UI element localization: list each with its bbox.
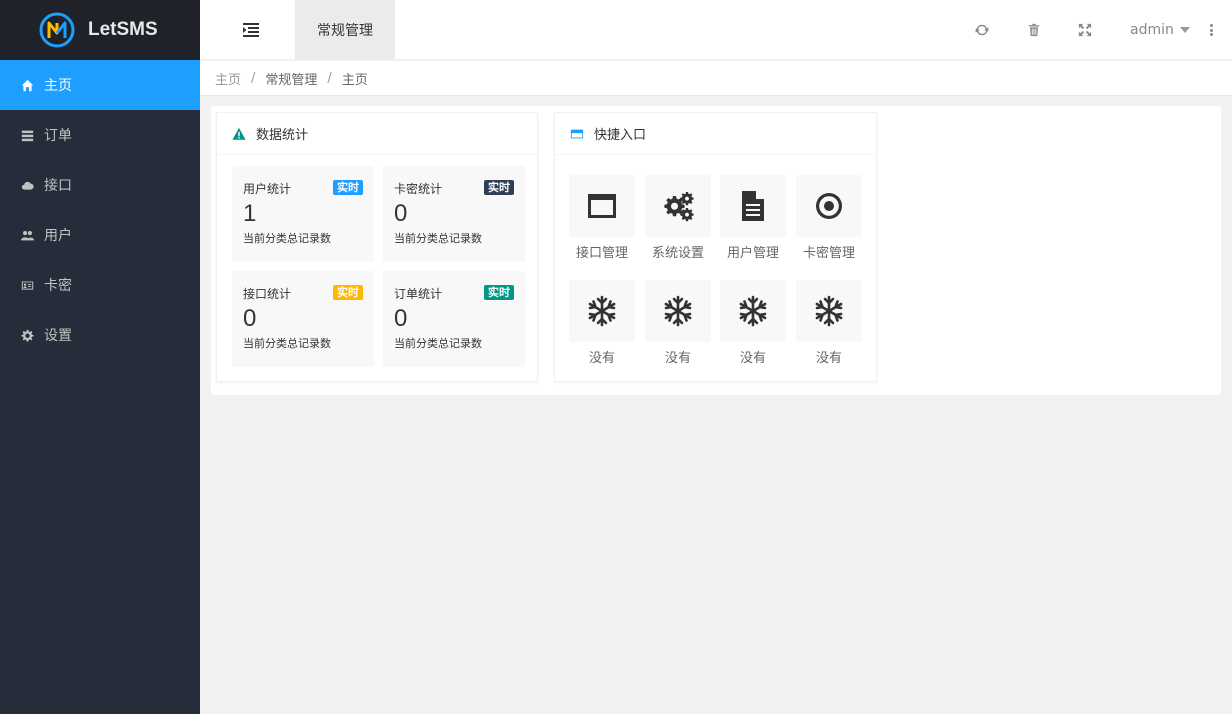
sidebar-item-api[interactable]: 接口 bbox=[0, 160, 200, 210]
snowflake-icon bbox=[664, 295, 692, 327]
quick-entry-label: 卡密管理 bbox=[802, 246, 855, 261]
window-icon bbox=[588, 194, 616, 218]
id-card-icon bbox=[20, 278, 34, 292]
logo-area[interactable]: LetSMS bbox=[0, 0, 200, 60]
sidebar: LetSMS 主页 订单 接口 用户 卡密 设置 bbox=[0, 0, 200, 714]
stat-box-cards: 卡密统计 实时 0 当前分类总记录数 bbox=[383, 166, 525, 262]
stats-card-title: 数据统计 bbox=[256, 128, 309, 143]
sidebar-item-label: 用户 bbox=[44, 228, 72, 244]
quick-entry-label: 没有 bbox=[588, 351, 615, 366]
snowflake-icon bbox=[588, 295, 616, 327]
quick-entry-header: 快捷入口 bbox=[555, 113, 876, 155]
more-vertical-icon[interactable] bbox=[1208, 22, 1214, 38]
breadcrumb: 主页 / 常规管理 / 主页 bbox=[200, 61, 1232, 96]
sidebar-item-label: 订单 bbox=[44, 128, 72, 144]
file-text-icon bbox=[742, 191, 764, 221]
top-header: 常规管理 admin bbox=[200, 0, 1232, 60]
stat-desc: 当前分类总记录数 bbox=[243, 232, 331, 245]
username: admin bbox=[1130, 22, 1174, 38]
quick-entry-empty[interactable]: 没有 bbox=[645, 280, 711, 366]
quick-entry-label: 没有 bbox=[815, 351, 842, 366]
breadcrumb-separator: / bbox=[327, 70, 332, 86]
stat-box-orders: 订单统计 实时 0 当前分类总记录数 bbox=[383, 271, 525, 367]
quick-entry-system-settings[interactable]: 系统设置 bbox=[645, 175, 711, 261]
gears-icon bbox=[664, 192, 694, 222]
warning-icon bbox=[232, 127, 246, 141]
list-icon bbox=[20, 128, 34, 142]
stat-box-users: 用户统计 实时 1 当前分类总记录数 bbox=[232, 166, 374, 262]
sidebar-nav: 主页 订单 接口 用户 卡密 设置 bbox=[0, 60, 200, 360]
users-icon bbox=[20, 228, 34, 242]
quick-entry-empty[interactable]: 没有 bbox=[569, 280, 635, 366]
sidebar-item-label: 卡密 bbox=[44, 278, 72, 294]
gear-icon bbox=[20, 328, 34, 342]
breadcrumb-separator: / bbox=[251, 70, 256, 86]
refresh-icon[interactable] bbox=[974, 22, 990, 38]
main-panel: 数据统计 用户统计 实时 1 当前分类总记录数 卡密统计 实时 0 当前分类总记… bbox=[211, 106, 1221, 395]
stat-value: 0 bbox=[243, 305, 257, 332]
realtime-badge: 实时 bbox=[484, 180, 514, 195]
quick-entry-empty[interactable]: 没有 bbox=[720, 280, 786, 366]
sidebar-item-label: 接口 bbox=[44, 178, 72, 194]
home-icon bbox=[20, 78, 34, 92]
stat-desc: 当前分类总记录数 bbox=[243, 337, 331, 350]
cloud-icon bbox=[20, 178, 34, 192]
snowflake-icon bbox=[815, 295, 843, 327]
breadcrumb-item-current: 主页 bbox=[341, 72, 368, 88]
sidebar-item-orders[interactable]: 订单 bbox=[0, 110, 200, 160]
sidebar-item-home[interactable]: 主页 bbox=[0, 60, 200, 110]
quick-entry-title: 快捷入口 bbox=[594, 128, 647, 143]
trash-icon[interactable] bbox=[1026, 22, 1042, 38]
quick-entry-label: 系统设置 bbox=[651, 246, 704, 261]
sidebar-item-label: 设置 bbox=[44, 328, 72, 344]
quick-entry-label: 没有 bbox=[664, 351, 691, 366]
realtime-badge: 实时 bbox=[484, 285, 514, 300]
credit-card-icon bbox=[570, 127, 584, 141]
stat-box-api: 接口统计 实时 0 当前分类总记录数 bbox=[232, 271, 374, 367]
quick-entry-card: 快捷入口 接口管理 系统设置 用户管理 卡密管理 没有 没有 没有 没有 bbox=[554, 112, 877, 382]
tab-general-management[interactable]: 常规管理 bbox=[295, 0, 395, 60]
stats-card: 数据统计 用户统计 实时 1 当前分类总记录数 卡密统计 实时 0 当前分类总记… bbox=[216, 112, 538, 382]
quick-entry-card-management[interactable]: 卡密管理 bbox=[796, 175, 862, 261]
quick-entry-label: 用户管理 bbox=[726, 246, 779, 261]
stat-value: 0 bbox=[394, 200, 408, 227]
user-menu[interactable]: admin bbox=[1130, 22, 1190, 38]
quick-entry-user-management[interactable]: 用户管理 bbox=[720, 175, 786, 261]
quick-entry-api-management[interactable]: 接口管理 bbox=[569, 175, 635, 261]
stat-value: 0 bbox=[394, 305, 408, 332]
quick-entry-label: 接口管理 bbox=[575, 246, 628, 261]
fullscreen-icon[interactable] bbox=[1077, 22, 1093, 38]
quick-entry-label: 没有 bbox=[739, 351, 766, 366]
sidebar-item-label: 主页 bbox=[44, 78, 72, 94]
caret-down-icon bbox=[1179, 27, 1190, 33]
sidebar-item-cards[interactable]: 卡密 bbox=[0, 260, 200, 310]
breadcrumb-item-home[interactable]: 主页 bbox=[215, 69, 241, 88]
stat-desc: 当前分类总记录数 bbox=[394, 232, 482, 245]
stats-card-header: 数据统计 bbox=[217, 113, 537, 155]
sidebar-item-users[interactable]: 用户 bbox=[0, 210, 200, 260]
stat-value: 1 bbox=[243, 200, 257, 227]
quick-entry-empty[interactable]: 没有 bbox=[796, 280, 862, 366]
app-name: LetSMS bbox=[88, 19, 158, 40]
stat-desc: 当前分类总记录数 bbox=[394, 337, 482, 350]
snowflake-icon bbox=[739, 295, 767, 327]
realtime-badge: 实时 bbox=[333, 180, 363, 195]
sidebar-item-settings[interactable]: 设置 bbox=[0, 310, 200, 360]
breadcrumb-item-general[interactable]: 常规管理 bbox=[265, 69, 317, 88]
logo-icon bbox=[39, 12, 75, 48]
dot-circle-icon bbox=[816, 193, 843, 219]
menu-fold-icon[interactable] bbox=[240, 21, 262, 39]
realtime-badge: 实时 bbox=[333, 285, 363, 300]
